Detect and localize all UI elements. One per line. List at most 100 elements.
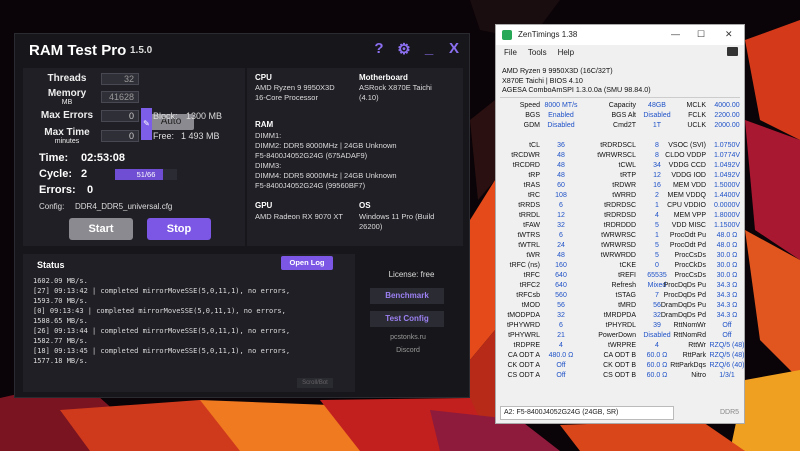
timing-label: tSTAG — [615, 292, 636, 299]
block-label: Block: — [153, 111, 178, 121]
threads-input[interactable]: 32 — [101, 73, 139, 85]
timing-label: tRCDRD — [512, 162, 540, 169]
minimize-icon[interactable]: _ — [422, 40, 436, 58]
close-icon[interactable]: ✕ — [725, 29, 733, 40]
timing-label: CS ODT A — [507, 372, 540, 379]
dimm-select[interactable]: A2: F5-8400J4052G24G (24GB, SR) — [500, 406, 674, 420]
timing-label: Refresh — [611, 282, 636, 289]
start-button[interactable]: Start — [69, 218, 133, 240]
block-value: 1300 MB — [186, 111, 223, 121]
timing-value: 2200.00 — [714, 112, 740, 119]
timing-value: RZQ/5 (48) — [709, 352, 745, 359]
timing-label: tRDRDSCL — [600, 142, 636, 149]
ddr-type: DDR5 — [720, 409, 740, 416]
timing-label: FCLK — [688, 112, 706, 119]
os-heading: OS — [359, 201, 371, 210]
timing-value: 32 — [557, 222, 565, 229]
timing-value: 48 — [557, 172, 565, 179]
timing-label: tRFC (ns) — [509, 262, 540, 269]
camera-screenshot-icon[interactable] — [727, 47, 738, 56]
timing-value: 2000.00 — [714, 122, 740, 129]
side-actions: License: free Benchmark Test Config pcst… — [360, 254, 463, 392]
timing-value: 640 — [555, 272, 567, 279]
timing-value: 30.0 Ω — [716, 272, 738, 279]
site-link[interactable]: pcstonks.ru — [360, 334, 456, 341]
memory-input[interactable]: 41628 — [101, 91, 139, 103]
discord-link[interactable]: Discord — [360, 347, 456, 354]
timing-label: tCKE — [619, 262, 636, 269]
test-config-button[interactable]: Test Config — [370, 311, 444, 327]
settings-gear-icon[interactable]: ⚙ — [397, 40, 411, 58]
timing-value: 60 — [557, 182, 565, 189]
menu-help[interactable]: Help — [558, 48, 574, 57]
timing-label: Speed — [519, 102, 540, 109]
timing-label: Cmd2T — [613, 122, 636, 129]
timing-label: tWTRS — [517, 232, 540, 239]
zentimings-window: ZenTimings 1.38 — ☐ ✕ File Tools Help AM… — [495, 24, 745, 424]
zentimings-logo-icon — [502, 30, 512, 40]
timing-value: 1.4400V — [713, 192, 741, 199]
stop-button[interactable]: Stop — [147, 218, 211, 240]
timing-label: tPHYRDL — [605, 322, 636, 329]
motherboard-heading: Motherboard — [359, 73, 408, 82]
max-errors-input[interactable]: 0 — [101, 110, 139, 122]
timing-value: 48 — [557, 152, 565, 159]
timing-value: 1.0492V — [713, 162, 741, 169]
menu-tools[interactable]: Tools — [528, 48, 547, 57]
menu-file[interactable]: File — [504, 48, 517, 57]
close-icon[interactable]: X — [447, 40, 461, 58]
max-time-unit: minutes — [54, 138, 80, 145]
status-log: 1602.09 MB/s. [27] 09:13:42 | completed … — [33, 277, 291, 365]
timing-label: CS ODT B — [603, 372, 636, 379]
timing-label: tWRPRE — [608, 342, 636, 349]
timing-value: 1.0492V — [713, 172, 741, 179]
motherboard-line-1: ASRock X870E Taichi — [359, 83, 432, 92]
gpu-heading: GPU — [255, 201, 273, 210]
timing-label: tRDRDSD — [604, 212, 636, 219]
timing-value: 108 — [555, 192, 567, 199]
timing-value: 0.0000V — [713, 202, 741, 209]
timing-value: 34.3 Ω — [716, 312, 738, 319]
max-time-input[interactable]: 0 — [101, 130, 139, 142]
zt-titlebar: ZenTimings 1.38 — ☐ ✕ — [496, 25, 744, 45]
errors-label: Errors: — [39, 184, 76, 196]
system-info-panel: CPU AMD Ryzen 9 9950X3D 16-Core Processo… — [247, 68, 463, 246]
errors-value: 0 — [87, 184, 94, 196]
timing-value: 1.1500V — [713, 222, 741, 229]
scroll-to-bottom-button[interactable]: Scroll/Bot — [297, 378, 333, 388]
timing-label: MCLK — [686, 102, 706, 109]
benchmark-button[interactable]: Benchmark — [370, 288, 444, 304]
timing-label: tWRWRDD — [600, 252, 636, 259]
timing-label: tRDPRE — [513, 342, 540, 349]
timing-label: DramDqDs Pu — [660, 302, 706, 309]
ram-line-3: F5-8400J4052G24G (675ADAF9) — [255, 151, 368, 160]
timing-value: 36 — [557, 142, 565, 149]
timing-value: Disabled — [547, 122, 575, 129]
timing-label: ProcOdt Pd — [669, 242, 706, 249]
timing-value: RZQ/6 (40) — [709, 362, 745, 369]
timing-label: tRFCsb — [516, 292, 540, 299]
system-info: AMD Ryzen 9 9950X3D (16C/32T) X870E Taic… — [502, 66, 651, 95]
timing-value: Off — [722, 332, 732, 339]
timing-label: tWRWRSCL — [597, 152, 636, 159]
timing-value: Off — [722, 322, 732, 329]
timing-value: 21 — [557, 332, 565, 339]
help-icon[interactable]: ? — [372, 40, 386, 58]
minimize-icon[interactable]: — — [671, 29, 680, 39]
timing-label: tFAW — [523, 222, 540, 229]
timing-label: tCL — [529, 142, 540, 149]
timing-value: 8000 MT/s — [544, 102, 578, 109]
ram-line-4: DIMM3: — [255, 161, 282, 170]
separator — [500, 97, 740, 98]
board-info: X870E Taichi | BIOS 4.10 — [502, 75, 583, 85]
ram-line-2: DIMM2: DDR5 8000MHz | 24GB Unknown — [255, 141, 397, 150]
timing-value: 30.0 Ω — [716, 252, 738, 259]
ram-line-1: DIMM1: — [255, 131, 282, 140]
ram-line-6: F5-8400J4052G24G (99560BF7) — [255, 181, 366, 190]
timing-label: tMODPDA — [507, 312, 540, 319]
wrench-icon[interactable]: ✎ — [141, 108, 152, 140]
open-log-button[interactable]: Open Log — [281, 256, 333, 270]
timing-label: tRDRDSC — [604, 202, 636, 209]
maximize-icon[interactable]: ☐ — [697, 29, 705, 40]
timing-value: 48 — [557, 252, 565, 259]
